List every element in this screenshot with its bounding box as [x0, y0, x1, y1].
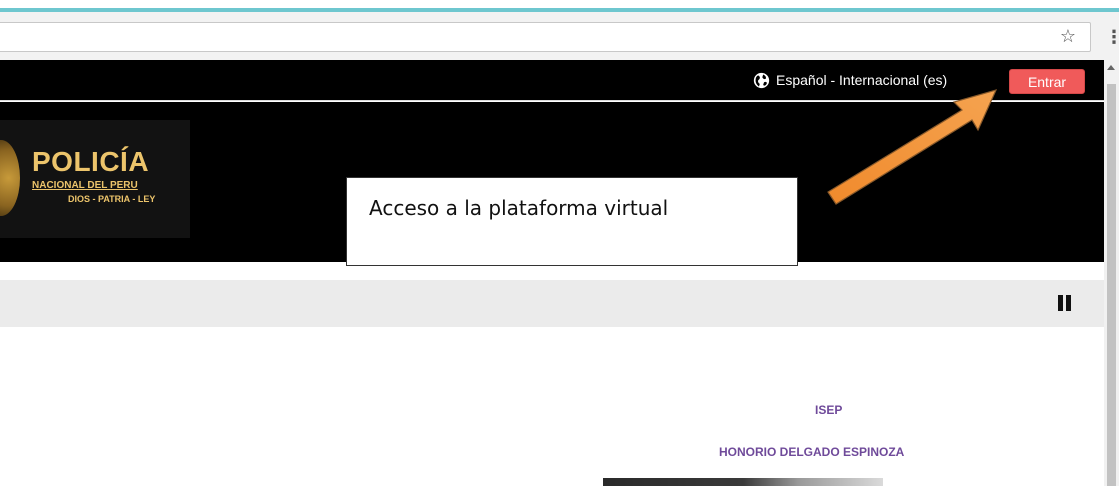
- slideshow-bar: [0, 280, 1104, 327]
- browser-menu-icon[interactable]: ⋮: [1105, 27, 1119, 49]
- page-scrollbar[interactable]: [1104, 60, 1119, 486]
- browser-toolbar: ☆ ⋮: [0, 12, 1119, 60]
- scroll-thumb[interactable]: [1107, 84, 1116, 486]
- scroll-up-arrow-icon[interactable]: [1107, 65, 1115, 70]
- bookmark-star-icon[interactable]: ☆: [1060, 26, 1076, 48]
- annotation-arrow-icon: [827, 89, 998, 205]
- browser-top-strip: [0, 0, 1119, 12]
- police-seal-icon: [0, 140, 20, 216]
- annotation-callout: Acceso a la plataforma virtual: [346, 177, 798, 266]
- address-bar[interactable]: ☆: [0, 22, 1091, 52]
- police-logo[interactable]: POLICÍA NACIONAL DEL PERU DIOS - PATRIA …: [0, 120, 190, 238]
- globe-icon: [753, 72, 770, 88]
- institution-acronym: ISEP: [815, 403, 843, 417]
- institution-photo: [603, 478, 883, 486]
- callout-text: Acceso a la plataforma virtual: [369, 196, 669, 220]
- logo-title: POLICÍA: [32, 146, 150, 177]
- logo-motto: DIOS - PATRIA - LEY: [68, 194, 156, 204]
- logo-subtitle: NACIONAL DEL PERU: [32, 180, 138, 191]
- pause-icon[interactable]: [1058, 295, 1072, 311]
- institution-name: HONORIO DELGADO ESPINOZA: [719, 445, 905, 459]
- login-button[interactable]: Entrar: [1009, 69, 1085, 94]
